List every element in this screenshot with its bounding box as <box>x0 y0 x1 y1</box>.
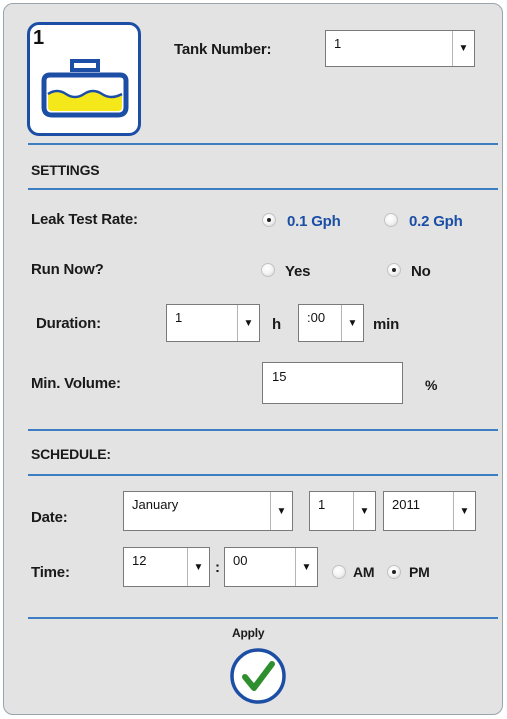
duration-minutes-select[interactable]: :00 ▼ <box>298 304 364 342</box>
tank-number-select[interactable]: 1 ▼ <box>325 30 475 67</box>
chevron-down-icon[interactable]: ▼ <box>187 548 209 586</box>
min-volume-input[interactable]: 15 <box>262 362 403 404</box>
leak-rate-option-0-1[interactable]: 0.1 Gph <box>287 213 341 230</box>
divider <box>28 429 498 431</box>
am-radio[interactable] <box>332 565 346 579</box>
min-volume-unit: % <box>425 377 438 393</box>
tank-number-value: 1 <box>334 36 342 51</box>
hour-select[interactable]: 12 ▼ <box>123 547 210 587</box>
divider <box>28 188 498 190</box>
chevron-down-icon[interactable]: ▼ <box>452 31 474 66</box>
tank-number-label: Tank Number: <box>174 41 272 58</box>
min-volume-label: Min. Volume: <box>31 375 121 392</box>
duration-label: Duration: <box>36 315 101 332</box>
date-label: Date: <box>31 509 68 526</box>
tank-icon <box>41 59 129 118</box>
month-value: January <box>132 497 179 512</box>
schedule-heading: SCHEDULE: <box>31 446 111 462</box>
checkmark-icon[interactable] <box>228 646 288 706</box>
hour-value: 12 <box>132 553 147 568</box>
divider <box>28 474 498 476</box>
tank-index: 1 <box>33 27 45 49</box>
duration-hours-unit: h <box>272 316 281 333</box>
duration-hours-value: 1 <box>175 310 183 325</box>
settings-heading: SETTINGS <box>31 162 100 178</box>
run-now-label: Run Now? <box>31 261 104 278</box>
year-value: 2011 <box>392 497 420 512</box>
day-value: 1 <box>318 497 326 512</box>
am-option[interactable]: AM <box>353 564 375 580</box>
chevron-down-icon[interactable]: ▼ <box>353 492 375 530</box>
month-select[interactable]: January ▼ <box>123 491 293 531</box>
leak-rate-radio-0-1[interactable] <box>262 213 276 227</box>
year-select[interactable]: 2011 ▼ <box>383 491 476 531</box>
leak-test-rate-label: Leak Test Rate: <box>31 211 138 228</box>
min-volume-value: 15 <box>272 369 287 384</box>
run-now-option-yes[interactable]: Yes <box>285 263 310 280</box>
run-now-option-no[interactable]: No <box>411 263 431 280</box>
time-separator: : <box>215 559 220 576</box>
day-select[interactable]: 1 ▼ <box>309 491 376 531</box>
chevron-down-icon[interactable]: ▼ <box>270 492 292 530</box>
minute-select[interactable]: 00 ▼ <box>224 547 318 587</box>
chevron-down-icon[interactable]: ▼ <box>341 305 363 341</box>
duration-minutes-unit: min <box>373 316 400 333</box>
divider <box>28 143 498 145</box>
tank-icon-frame: 1 <box>27 22 141 136</box>
duration-hours-select[interactable]: 1 ▼ <box>166 304 260 342</box>
pm-option[interactable]: PM <box>409 564 430 580</box>
tank-settings-panel: 1 Tank Number: 1 ▼ SETTINGS Leak Test Ra… <box>3 3 503 715</box>
leak-rate-option-0-2[interactable]: 0.2 Gph <box>409 213 463 230</box>
run-now-radio-yes[interactable] <box>261 263 275 277</box>
time-label: Time: <box>31 564 70 581</box>
duration-minutes-value: :00 <box>307 310 326 325</box>
leak-rate-radio-0-2[interactable] <box>384 213 398 227</box>
chevron-down-icon[interactable]: ▼ <box>453 492 475 530</box>
chevron-down-icon[interactable]: ▼ <box>295 548 317 586</box>
minute-value: 00 <box>233 553 248 568</box>
pm-radio[interactable] <box>387 565 401 579</box>
divider <box>28 617 498 619</box>
chevron-down-icon[interactable]: ▼ <box>237 305 259 341</box>
run-now-radio-no[interactable] <box>387 263 401 277</box>
apply-label: Apply <box>232 626 265 640</box>
